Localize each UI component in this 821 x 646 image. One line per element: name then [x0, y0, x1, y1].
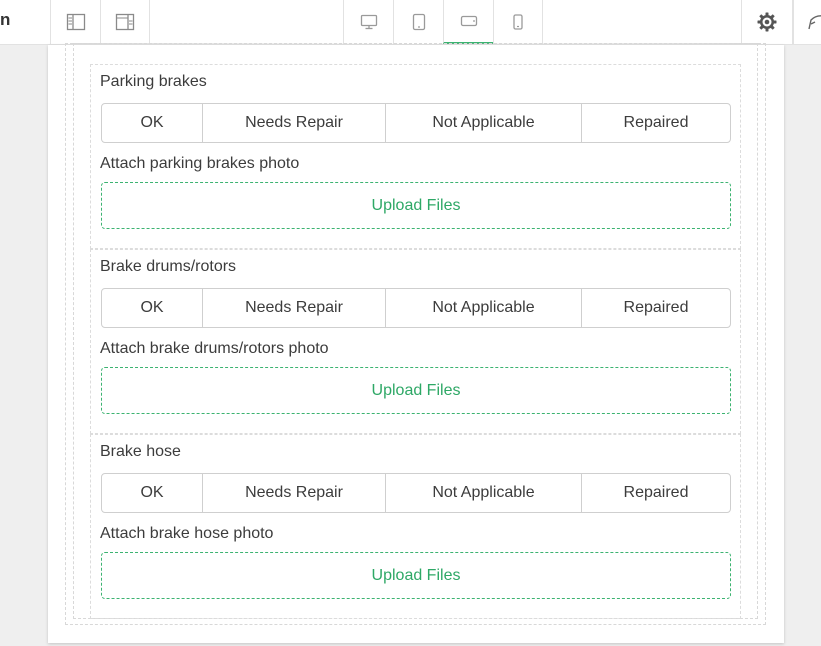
option-repaired-button[interactable]: Repaired	[582, 474, 730, 512]
option-ok-button[interactable]: OK	[102, 474, 203, 512]
option-not-applicable-button[interactable]: Not Applicable	[386, 104, 582, 142]
option-not-applicable-button[interactable]: Not Applicable	[386, 289, 582, 327]
device-desktop-button[interactable]	[343, 0, 393, 44]
device-mobile-button[interactable]	[493, 0, 543, 44]
mobile-phone-icon	[509, 13, 527, 31]
tablet-landscape-icon	[460, 12, 478, 30]
tablet-icon	[410, 13, 428, 31]
option-repaired-button[interactable]: Repaired	[582, 104, 730, 142]
builder-toolbar: n	[0, 0, 821, 45]
status-selector-brake-hose: OK Needs Repair Not Applicable Repaired	[101, 473, 731, 513]
option-ok-button[interactable]: OK	[102, 104, 203, 142]
left-panel-toggle-button[interactable]	[50, 0, 100, 44]
device-tablet-button[interactable]	[393, 0, 443, 44]
right-panel-layout-icon	[115, 12, 135, 32]
device-tablet-landscape-button[interactable]	[443, 0, 493, 44]
photo-label-brake-drums-rotors: Attach brake drums/rotors photo	[100, 340, 329, 357]
publish-button[interactable]	[793, 0, 821, 44]
option-needs-repair-button[interactable]: Needs Repair	[203, 104, 386, 142]
desktop-monitor-icon	[360, 13, 378, 31]
left-panel-layout-icon	[66, 12, 86, 32]
status-selector-parking-brakes: OK Needs Repair Not Applicable Repaired	[101, 103, 731, 143]
app-title-fragment: n	[0, 10, 11, 29]
form-canvas: Parking brakes OK Needs Repair Not Appli…	[48, 43, 784, 643]
photo-label-parking-brakes: Attach parking brakes photo	[100, 155, 300, 172]
option-not-applicable-button[interactable]: Not Applicable	[386, 474, 582, 512]
option-repaired-button[interactable]: Repaired	[582, 289, 730, 327]
field-label-brake-drums-rotors: Brake drums/rotors	[100, 258, 237, 275]
upload-files-button-brake-hose[interactable]: Upload Files	[101, 552, 731, 599]
right-panel-toggle-button[interactable]	[100, 0, 150, 44]
status-selector-brake-drums-rotors: OK Needs Repair Not Applicable Repaired	[101, 288, 731, 328]
option-needs-repair-button[interactable]: Needs Repair	[203, 474, 386, 512]
option-needs-repair-button[interactable]: Needs Repair	[203, 289, 386, 327]
field-label-parking-brakes: Parking brakes	[100, 73, 207, 90]
upload-files-button-parking-brakes[interactable]: Upload Files	[101, 182, 731, 229]
gear-icon	[756, 11, 778, 33]
settings-button[interactable]	[741, 0, 793, 44]
option-ok-button[interactable]: OK	[102, 289, 203, 327]
upload-files-button-brake-drums-rotors[interactable]: Upload Files	[101, 367, 731, 414]
field-label-brake-hose: Brake hose	[100, 443, 181, 460]
send-icon	[808, 13, 821, 31]
photo-label-brake-hose: Attach brake hose photo	[100, 525, 274, 542]
